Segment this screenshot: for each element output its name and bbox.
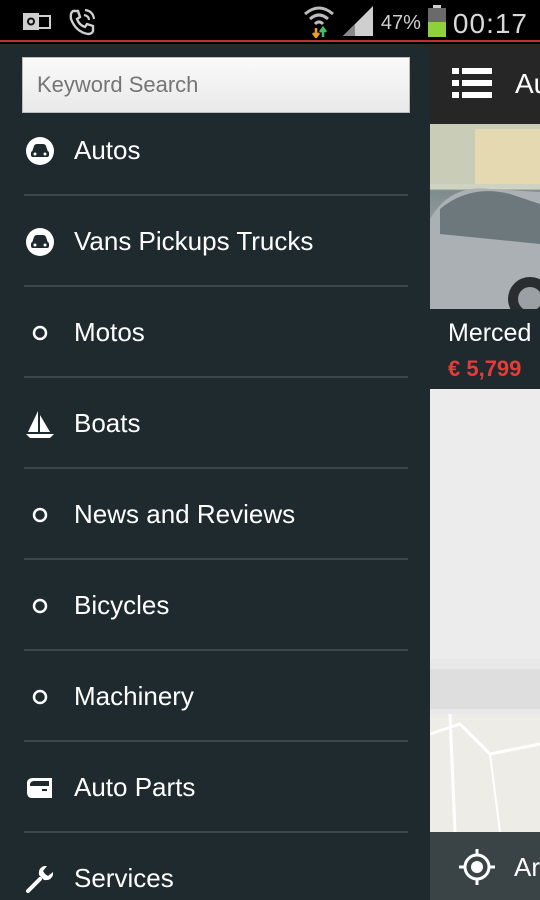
- car-door-icon: [24, 772, 56, 804]
- circle-icon: [24, 317, 56, 349]
- menu-item-vans-pickups-trucks[interactable]: Vans Pickups Trucks: [0, 196, 430, 287]
- listing-title: Merced: [448, 319, 532, 347]
- menu-list-icon[interactable]: [452, 66, 492, 105]
- map-preview[interactable]: [429, 713, 540, 833]
- toolbar-title: Au: [515, 68, 540, 99]
- category-menu: Autos Vans Pickups Trucks Motos Boats Ne…: [0, 105, 430, 900]
- location-target-icon: [458, 848, 496, 891]
- location-bar[interactable]: Ar: [430, 832, 540, 900]
- car-icon: [24, 135, 56, 167]
- battery-percent: 47%: [380, 12, 421, 34]
- clock: 00:17: [452, 7, 528, 39]
- menu-item-auto-parts[interactable]: Auto Parts: [0, 742, 430, 833]
- circle-icon: [24, 590, 56, 622]
- menu-item-motos[interactable]: Motos: [0, 287, 430, 378]
- circle-icon: [24, 681, 56, 713]
- menu-item-machinery[interactable]: Machinery: [0, 651, 430, 742]
- menu-item-label: Autos: [74, 135, 141, 165]
- car-icon: [24, 226, 56, 258]
- signal-icon: [341, 4, 375, 43]
- menu-item-news-and-reviews[interactable]: News and Reviews: [0, 469, 430, 560]
- battery-icon: [427, 4, 447, 43]
- sailboat-icon: [24, 408, 56, 440]
- app-toolbar: Au: [430, 44, 540, 124]
- wifi-icon: [303, 4, 335, 43]
- content-panel: [430, 389, 540, 659]
- main-content: Au Merced € 5,799: [429, 44, 540, 900]
- listing-card[interactable]: Merced € 5,799: [430, 124, 540, 389]
- menu-item-boats[interactable]: Boats: [0, 378, 430, 469]
- status-bar: 47% 00:17: [0, 0, 540, 42]
- phone-call-icon: [66, 6, 98, 43]
- menu-item-label: Services: [74, 863, 174, 893]
- content-panel-2: [430, 669, 540, 709]
- wrench-icon: [24, 863, 56, 895]
- menu-item-label: Vans Pickups Trucks: [74, 226, 314, 256]
- outlook-icon: [22, 6, 52, 43]
- listing-price: € 5,799: [448, 356, 522, 381]
- circle-icon: [24, 499, 56, 531]
- menu-item-label: News and Reviews: [74, 499, 296, 529]
- listing-photo: [430, 124, 540, 321]
- menu-item-label: Motos: [74, 317, 145, 347]
- menu-item-services[interactable]: Services: [0, 833, 430, 900]
- menu-item-label: Machinery: [74, 681, 194, 711]
- menu-item-bicycles[interactable]: Bicycles: [0, 560, 430, 651]
- menu-item-label: Auto Parts: [74, 772, 196, 802]
- menu-item-autos[interactable]: Autos: [0, 105, 430, 196]
- menu-item-label: Bicycles: [74, 590, 170, 620]
- navigation-drawer: Autos Vans Pickups Trucks Motos: [0, 44, 430, 900]
- menu-item-label: Boats: [74, 408, 141, 438]
- location-label: Ar: [514, 852, 540, 882]
